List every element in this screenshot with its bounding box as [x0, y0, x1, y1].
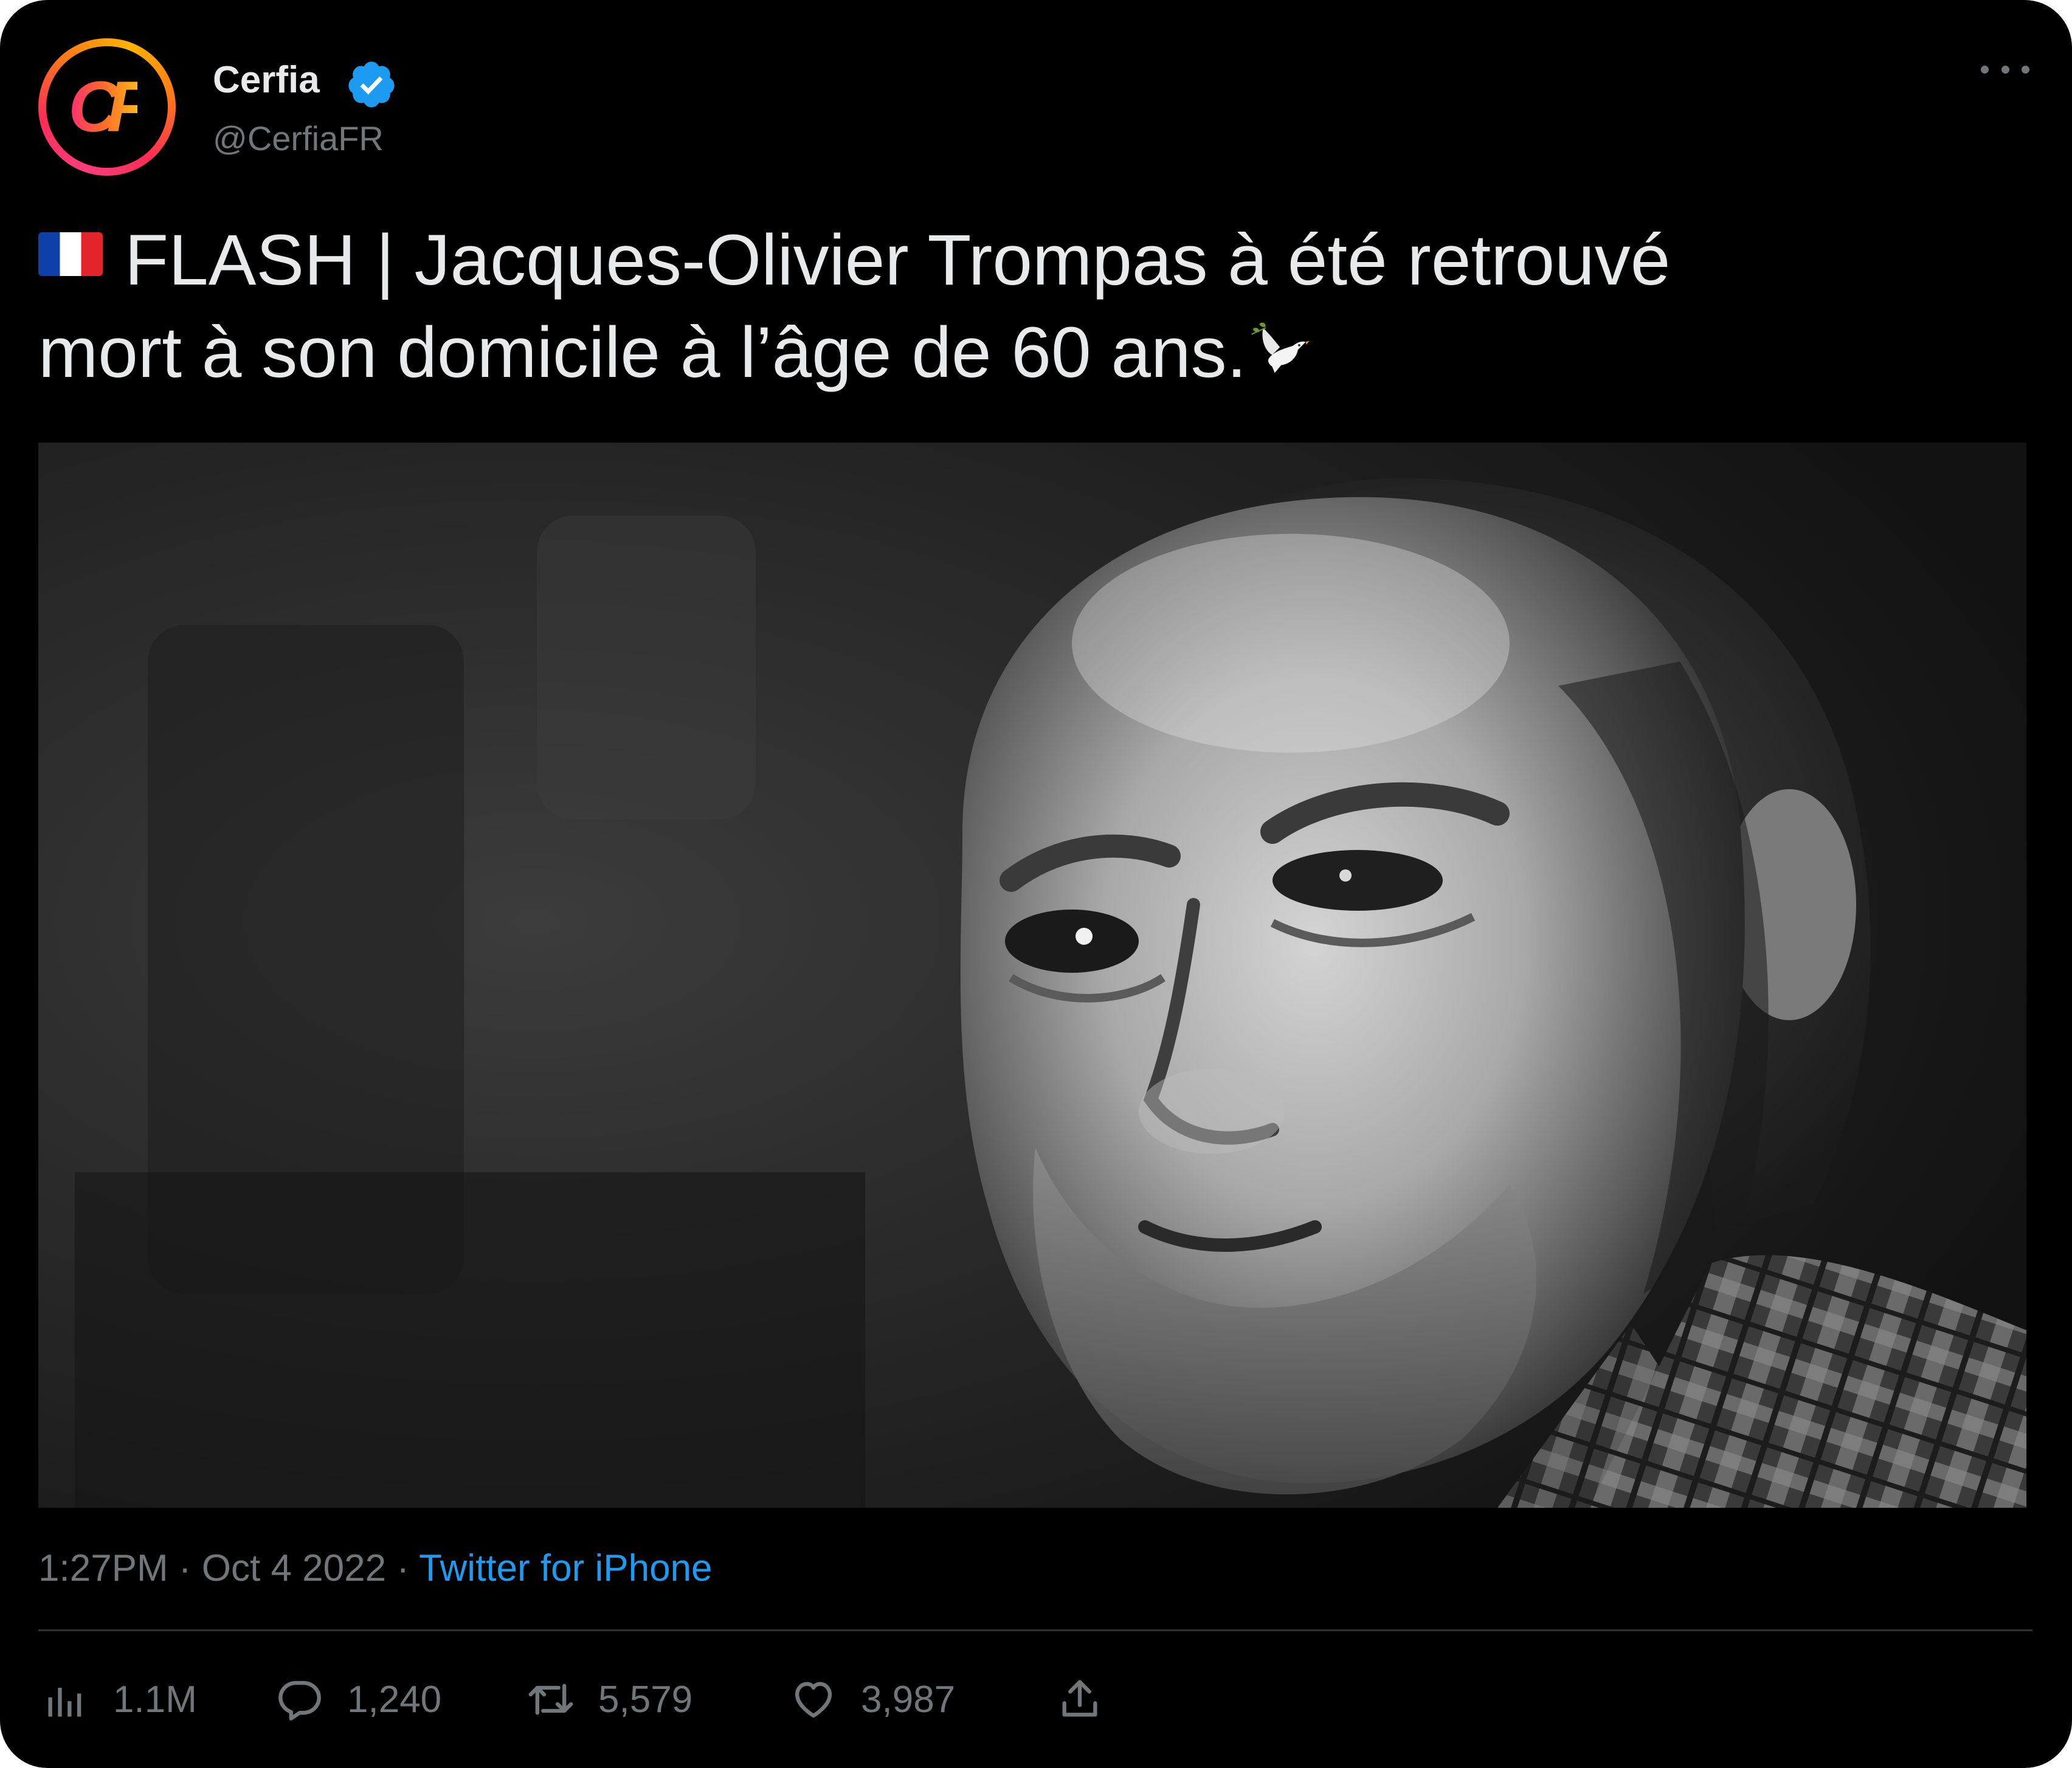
tweet-source-link[interactable]: Twitter for iPhone	[419, 1547, 712, 1589]
retweet-button[interactable]: 5,579	[528, 1673, 692, 1725]
tweet-meta: 1:27PM · Oct 4 2022 · Twitter for iPhone	[38, 1544, 713, 1593]
retweet-count: 5,579	[598, 1678, 693, 1721]
like-count: 3,987	[861, 1678, 956, 1721]
france-flag-icon	[38, 232, 103, 276]
author-name[interactable]: Cerfia	[213, 56, 320, 105]
reply-count: 1,240	[347, 1678, 442, 1721]
dot	[2022, 65, 2029, 74]
more-options-icon[interactable]	[1981, 57, 2029, 81]
share-icon	[1062, 1680, 1097, 1717]
like-button[interactable]: 3,987	[790, 1673, 955, 1725]
avatar-inner: CF	[46, 46, 168, 168]
verified-badge-icon	[348, 61, 395, 108]
tweet-text-line2: mort à son domicile à l’âge de 60 ans.	[38, 313, 1247, 393]
heart-icon	[795, 1682, 832, 1718]
retweet-icon	[528, 1683, 573, 1715]
meta-separator: ·	[168, 1547, 202, 1589]
views-count: 1.1M	[113, 1678, 197, 1721]
meta-separator: ·	[386, 1547, 420, 1589]
dot	[2001, 65, 2009, 74]
reply-button[interactable]: 1,240	[277, 1673, 441, 1725]
share-button[interactable]	[1057, 1673, 1127, 1725]
views-icon	[48, 1688, 81, 1717]
dot	[1981, 65, 1989, 74]
tweet-date[interactable]: Oct 4 2022	[202, 1547, 386, 1589]
views-button[interactable]: 1.1M	[43, 1673, 197, 1725]
portrait-photo-icon	[38, 443, 2026, 1508]
author-handle[interactable]: @CerfiaFR	[213, 116, 384, 162]
tweet-text-line1: FLASH | Jacques-Olivier Trompas à été re…	[125, 220, 1671, 300]
dove-icon	[1251, 322, 1310, 373]
divider	[38, 1629, 2032, 1631]
reply-icon	[278, 1680, 321, 1721]
tweet-text: FLASH | Jacques-Olivier Trompas à été re…	[38, 214, 2032, 399]
tweet-time[interactable]: 1:27PM	[38, 1547, 168, 1589]
avatar-logo: CF	[68, 67, 150, 147]
tweet-media-photo[interactable]	[38, 443, 2026, 1508]
avatar[interactable]: CF	[38, 38, 176, 176]
tweet-card: CF Cerfia @CerfiaFR FLASH | Jacques-Oliv…	[0, 0, 2072, 1768]
